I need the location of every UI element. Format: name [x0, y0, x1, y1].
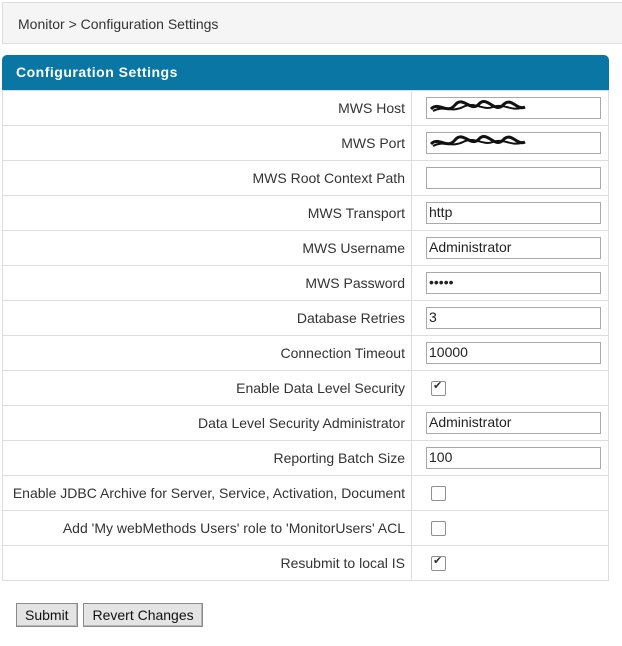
config-label: MWS Username: [2, 230, 412, 266]
config-label: MWS Root Context Path: [2, 160, 412, 196]
breadcrumb-current: Configuration Settings: [80, 16, 219, 32]
config-label: MWS Port: [2, 125, 412, 161]
config-value-cell: Administrator: [411, 230, 609, 266]
config-label: Connection Timeout: [2, 335, 412, 371]
config-value-cell: [411, 370, 609, 406]
config-text-field[interactable]: 3: [426, 307, 601, 329]
config-value-cell: [411, 510, 609, 546]
config-value-cell: http: [411, 195, 609, 231]
breadcrumb: Monitor > Configuration Settings: [2, 2, 622, 44]
config-text-field[interactable]: [426, 132, 601, 154]
config-label: Reporting Batch Size: [2, 440, 412, 476]
config-row: Resubmit to local IS: [2, 545, 609, 581]
config-value-cell: [411, 90, 609, 126]
config-value-cell: 10000: [411, 335, 609, 371]
config-label: Data Level Security Administrator: [2, 405, 412, 441]
config-row: MWS Host: [2, 90, 609, 126]
form-actions: Submit Revert Changes: [16, 603, 205, 627]
config-value-cell: •••••: [411, 265, 609, 301]
config-label: MWS Password: [2, 265, 412, 301]
config-value-cell: [411, 545, 609, 581]
config-label: Enable JDBC Archive for Server, Service,…: [2, 475, 412, 511]
config-value-cell: [411, 125, 609, 161]
config-text-field[interactable]: Administrator: [426, 412, 601, 434]
config-row: Database Retries 3: [2, 300, 609, 336]
config-row: MWS Password •••••: [2, 265, 609, 301]
config-row: MWS Port: [2, 125, 609, 161]
config-value-cell: 100: [411, 440, 609, 476]
config-label: Add 'My webMethods Users' role to 'Monit…: [2, 510, 412, 546]
config-row: Enable JDBC Archive for Server, Service,…: [2, 475, 609, 511]
config-label: Resubmit to local IS: [2, 545, 412, 581]
config-checkbox[interactable]: [431, 379, 446, 397]
config-value-cell: [411, 160, 609, 196]
config-label: MWS Host: [2, 90, 412, 126]
redaction-scribble-icon: [429, 135, 526, 147]
config-value-cell: Administrator: [411, 405, 609, 441]
revert-changes-button[interactable]: Revert Changes: [83, 603, 203, 627]
config-table: MWS Host MWS Port MWS Root Context Path MWS…: [2, 90, 609, 581]
config-row: MWS Transport http: [2, 195, 609, 231]
config-label: Enable Data Level Security: [2, 370, 412, 406]
config-value-cell: 3: [411, 300, 609, 336]
config-checkbox[interactable]: [431, 521, 446, 537]
config-checkbox[interactable]: [431, 554, 446, 572]
config-value-cell: [411, 475, 609, 511]
config-text-field[interactable]: Administrator: [426, 237, 601, 259]
config-panel: Configuration Settings MWS Host MWS Port M…: [2, 55, 609, 581]
redaction-scribble-icon: [429, 100, 526, 112]
submit-button[interactable]: Submit: [16, 603, 78, 627]
password-field[interactable]: •••••: [426, 272, 601, 294]
config-checkbox[interactable]: [431, 486, 446, 502]
config-row: Data Level Security Administrator Adminis…: [2, 405, 609, 441]
config-row: MWS Username Administrator: [2, 230, 609, 266]
panel-title: Configuration Settings: [2, 55, 609, 90]
config-label: Database Retries: [2, 300, 412, 336]
config-text-field[interactable]: 10000: [426, 342, 601, 364]
config-label: MWS Transport: [2, 195, 412, 231]
config-text-field[interactable]: [426, 167, 601, 189]
config-row: Connection Timeout 10000: [2, 335, 609, 371]
config-row: MWS Root Context Path: [2, 160, 609, 196]
config-row: Add 'My webMethods Users' role to 'Monit…: [2, 510, 609, 546]
config-row: Reporting Batch Size 100: [2, 440, 609, 476]
config-row: Enable Data Level Security: [2, 370, 609, 406]
breadcrumb-separator: >: [68, 16, 77, 32]
config-text-field[interactable]: [426, 97, 601, 119]
config-text-field[interactable]: http: [426, 202, 601, 224]
config-text-field[interactable]: 100: [426, 447, 601, 469]
breadcrumb-monitor[interactable]: Monitor: [18, 16, 65, 32]
